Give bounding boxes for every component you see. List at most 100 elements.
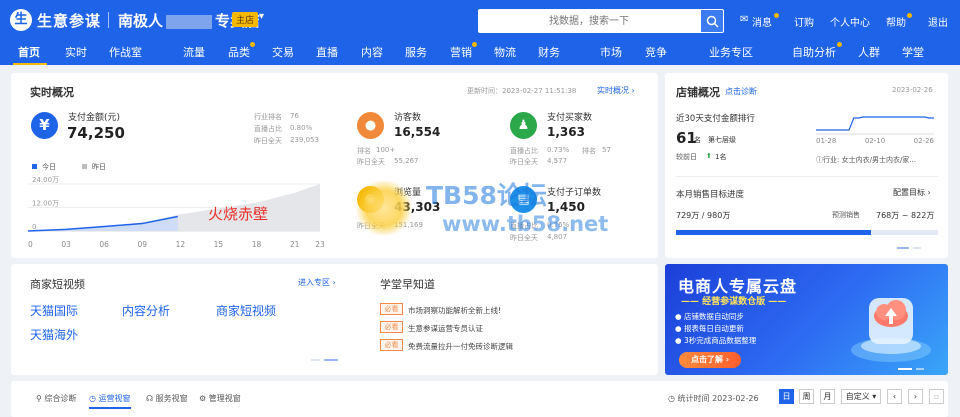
nav-item-realtime[interactable]: 实时 — [65, 44, 87, 60]
visitors-yesterday-value: 55,267 — [394, 157, 419, 165]
compare-label: 较前日 — [676, 153, 697, 161]
nav-item-crowd[interactable]: 人群 — [858, 44, 880, 60]
video-item-tmall-overseas[interactable]: 天猫海外 — [30, 326, 78, 343]
nav-item-market[interactable]: 市场 — [600, 44, 622, 60]
period-day-button[interactable]: 日 — [779, 389, 794, 404]
prev-button[interactable]: ‹ — [887, 389, 902, 404]
search-button[interactable] — [700, 9, 724, 33]
nav-item-content[interactable]: 内容 — [361, 44, 383, 60]
video-link-label: 进入专区 — [298, 278, 330, 287]
nav-item-competition[interactable]: 竞争 — [645, 44, 667, 60]
must-read-tag: 必看 — [380, 303, 403, 315]
nav-item-trade[interactable]: 交易 — [272, 44, 294, 60]
period-week-button[interactable]: 周 — [799, 389, 814, 404]
x-tick-label: 02-10 — [865, 137, 885, 145]
nav-item-service[interactable]: 服务 — [405, 44, 427, 60]
legend-yesterday: 昨日 — [92, 163, 106, 171]
video-link[interactable]: 进入专区 › — [298, 277, 336, 288]
news-item[interactable]: 生意参谋运营专员认证 — [408, 323, 483, 334]
realtime-link-label: 实时概况 — [597, 86, 629, 95]
carousel-dot[interactable] — [311, 359, 320, 361]
carousel-dot-active[interactable] — [898, 368, 912, 370]
tab-service-label: 服务视窗 — [155, 394, 188, 403]
nav-item-traffic[interactable]: 流量 — [183, 44, 205, 60]
nav-item-category[interactable]: 品类 — [228, 44, 250, 60]
profile-link[interactable]: 个人中心 — [830, 14, 870, 29]
payment-label: 支付金额(元) — [68, 113, 121, 123]
level: 第七层级 — [708, 136, 736, 144]
next-button[interactable]: › — [908, 389, 923, 404]
new-dot — [250, 42, 255, 47]
new-dot — [472, 42, 477, 47]
yesterday-value: 239,053 — [290, 136, 319, 144]
main-nav: 首页 实时 作战室 流量 品类 交易 直播 内容 服务 营销 物流 财务 市场 … — [0, 40, 960, 65]
buyers-live-value: 0.73% — [547, 146, 570, 154]
visitors-rank-label: 排名 — [357, 147, 371, 155]
period-month-button[interactable]: 月 — [820, 389, 835, 404]
video-item-tmall-intl[interactable]: 天猫国际 — [30, 302, 78, 319]
diagnose-link[interactable]: 点击诊断 — [725, 86, 757, 97]
school-title: 学堂早知道 — [380, 278, 435, 291]
nav-item-marketing[interactable]: 营销 — [450, 44, 472, 60]
payment-value: 74,250 — [67, 124, 125, 142]
y-tick-label: 12.00万 — [32, 200, 59, 208]
site-watermark: TB58论坛 — [426, 181, 547, 210]
nav-item-live[interactable]: 直播 — [316, 44, 338, 60]
promo-banner[interactable]: 电商人专属云盘 —— 经营参谋数仓版 —— ● 店铺数据自动同步 ● 报表每日自… — [665, 264, 948, 375]
nav-item-business-zone[interactable]: 业务专区 — [709, 44, 753, 60]
yen-icon: ¥ — [31, 112, 58, 139]
tab-service[interactable]: ☊ 服务视窗 — [146, 393, 188, 404]
news-item[interactable]: 市场洞察功能解析全新上线! — [408, 305, 501, 316]
legend-today-swatch — [32, 164, 37, 169]
carousel-dot[interactable] — [913, 247, 921, 249]
active-tab-indicator — [13, 63, 47, 65]
brand-name[interactable]: 生意参谋 — [37, 10, 101, 31]
carousel-dot-active[interactable] — [324, 359, 338, 361]
visitors-yesterday-label: 昨日全天 — [357, 158, 385, 166]
industry-rank-label: 行业排名 — [254, 113, 282, 121]
nav-item-finance[interactable]: 财务 — [538, 44, 560, 60]
realtime-title: 实时概况 — [30, 86, 74, 99]
search-input[interactable] — [478, 9, 700, 33]
news-item[interactable]: 免费流量拉升一付免砖诊断逻辑 — [408, 341, 513, 352]
url-watermark: www.tb58.net — [442, 212, 609, 236]
target-link[interactable]: 配置目标 › — [893, 187, 931, 198]
live-share-label: 直播占比 — [254, 125, 282, 133]
nav-item-war-room[interactable]: 作战室 — [109, 44, 142, 60]
banner-subtitle: —— 经营参谋数仓版 —— — [681, 297, 787, 307]
messages-link[interactable]: 消息 — [752, 14, 772, 29]
chevron-down-icon[interactable]: ▾ — [259, 11, 264, 22]
tab-management[interactable]: ⚙ 管理视窗 — [199, 393, 241, 404]
carousel-dot-active[interactable] — [897, 247, 909, 249]
video-item-content-analysis[interactable]: 内容分析 — [122, 302, 170, 319]
top-bar: 生 生意参谋 南极人专卖店 主店 ▾ ✉ 消息 订购 个人中心 帮助 退出 — [0, 0, 960, 40]
video-title: 商家短视频 — [30, 278, 85, 291]
stat-time: ◷ 统计时间 2023-02-26 — [668, 394, 759, 403]
payment-trend-chart: 24.00万12.00万0000306091215182123 — [28, 176, 325, 249]
nav-item-logistics[interactable]: 物流 — [494, 44, 516, 60]
orders-label: 支付子订单数 — [547, 188, 602, 198]
realtime-link[interactable]: 实时概况 › — [597, 85, 635, 96]
banner-cta-button[interactable]: 点击了解 › — [679, 352, 741, 368]
divider — [108, 12, 109, 28]
logo-icon: 生 — [10, 9, 32, 31]
progress-track — [676, 230, 938, 235]
carousel-dot[interactable] — [916, 368, 924, 370]
x-tick-label: 06 — [99, 240, 109, 249]
stamp-watermark: 火烧赤壁 — [208, 205, 269, 223]
nav-item-self-analysis[interactable]: 自助分析 — [792, 44, 836, 60]
nav-item-home[interactable]: 首页 — [18, 44, 40, 60]
calendar-button[interactable]: ▫ — [929, 389, 944, 404]
tab-overview[interactable]: ⚲ 综合诊断 — [36, 393, 76, 404]
rank-line — [816, 116, 934, 131]
nav-item-school[interactable]: 学堂 — [902, 44, 924, 60]
store-title: 店铺概况 — [676, 86, 720, 99]
video-item-merchant-video[interactable]: 商家短视频 — [216, 302, 276, 319]
subscribe-link[interactable]: 订购 — [794, 14, 814, 29]
search-icon — [706, 15, 719, 28]
logout-link[interactable]: 退出 — [928, 14, 948, 29]
period-custom-button[interactable]: 自定义 ▾ — [841, 389, 881, 404]
help-link[interactable]: 帮助 — [886, 14, 906, 29]
mail-icon[interactable]: ✉ — [740, 14, 748, 25]
tab-operations[interactable]: ◷ 运营视窗 — [89, 393, 131, 404]
